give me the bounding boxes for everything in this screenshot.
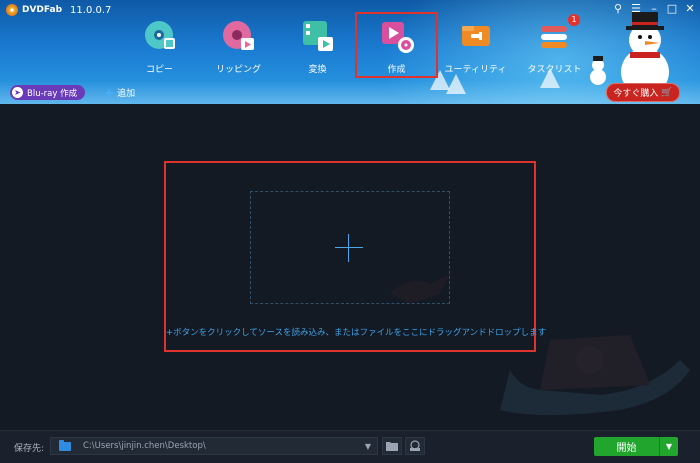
- output-path-text: C:\Users\jinjin.chen\Desktop\: [83, 441, 206, 451]
- utilities-icon: [461, 26, 490, 46]
- start-button[interactable]: 開始 ▼: [594, 437, 678, 456]
- start-options-arrow-icon[interactable]: ▼: [659, 437, 678, 456]
- swap-arrow-icon: ➤: [12, 87, 23, 98]
- nav-utilities[interactable]: ユーティリティ: [436, 14, 515, 76]
- folder-icon: [59, 439, 71, 451]
- workspace: +ボタンをクリックしてソースを読み込み、またはファイルをここにドラッグアンドドロ…: [0, 104, 700, 430]
- cart-icon: 🛒: [661, 87, 673, 98]
- nav-label: コピー: [145, 65, 173, 75]
- close-icon[interactable]: ✕: [684, 2, 696, 15]
- logo-disc-icon: [6, 4, 18, 16]
- footer-bar: 保存先: C:\Users\jinjin.chen\Desktop\ ▼ 開始 …: [0, 430, 700, 463]
- task-count-badge: 1: [568, 14, 580, 26]
- app-version: 11.0.0.7: [70, 4, 112, 16]
- save-as-iso-button[interactable]: [405, 437, 425, 455]
- small-snowman-icon: [590, 56, 606, 85]
- ripper-icon: [222, 21, 254, 50]
- buy-now-button[interactable]: 今すぐ購入 🛒: [606, 83, 680, 102]
- brand-name: DVDFab: [22, 5, 63, 15]
- drop-target[interactable]: [250, 191, 450, 304]
- buy-now-label: 今すぐ購入: [613, 89, 659, 99]
- nav-converter[interactable]: 変換: [278, 14, 357, 76]
- chevron-down-icon[interactable]: ▼: [365, 442, 371, 451]
- copy-disc-icon: [144, 21, 175, 49]
- output-mode-label: Blu-ray 作成: [27, 88, 78, 99]
- nav-label: リッピング: [215, 65, 261, 75]
- nav-label: ユーティリティ: [444, 65, 507, 75]
- output-path-select[interactable]: C:\Users\jinjin.chen\Desktop\ ▼: [50, 437, 378, 455]
- nav-label: タスクリスト: [527, 65, 582, 75]
- add-source-button[interactable]: + 追加: [104, 85, 136, 100]
- save-to-label: 保存先:: [14, 444, 45, 454]
- converter-icon: [302, 21, 333, 51]
- task-list-icon: [540, 26, 567, 48]
- output-mode-selector[interactable]: ➤ Blu-ray 作成: [10, 85, 86, 100]
- plus-icon: +: [104, 85, 115, 100]
- iso-icon: [410, 440, 420, 451]
- nav-creator[interactable]: 作成: [355, 12, 438, 78]
- nav-task-list[interactable]: 1 タスクリスト: [515, 14, 594, 76]
- drop-hint-text: +ボタンをクリックしてソースを読み込み、またはファイルをここにドラッグアンドドロ…: [166, 328, 547, 338]
- start-label: 開始: [616, 443, 637, 454]
- add-source-plus-icon[interactable]: [335, 234, 363, 262]
- nav-ripper[interactable]: リッピング: [199, 14, 278, 76]
- drop-zone[interactable]: +ボタンをクリックしてソースを読み込み、またはファイルをここにドラッグアンドドロ…: [164, 161, 547, 352]
- browse-folder-button[interactable]: [382, 437, 402, 455]
- open-folder-icon: [386, 442, 398, 451]
- creator-icon: [381, 22, 414, 53]
- add-label: 追加: [117, 89, 136, 99]
- main-nav: コピー リッピング 変換 作成 ユーティリティ 1 タスクリスト: [120, 12, 594, 78]
- nav-copy[interactable]: コピー: [120, 14, 199, 76]
- nav-label: 作成: [387, 65, 406, 75]
- nav-label: 変換: [308, 65, 327, 75]
- tree-decoration: [446, 74, 466, 94]
- app-logo: DVDFab 11.0.0.7: [6, 4, 111, 16]
- header-banner: DVDFab 11.0.0.7 コピー リッピング 変換 作成 ユーティリティ …: [0, 0, 700, 104]
